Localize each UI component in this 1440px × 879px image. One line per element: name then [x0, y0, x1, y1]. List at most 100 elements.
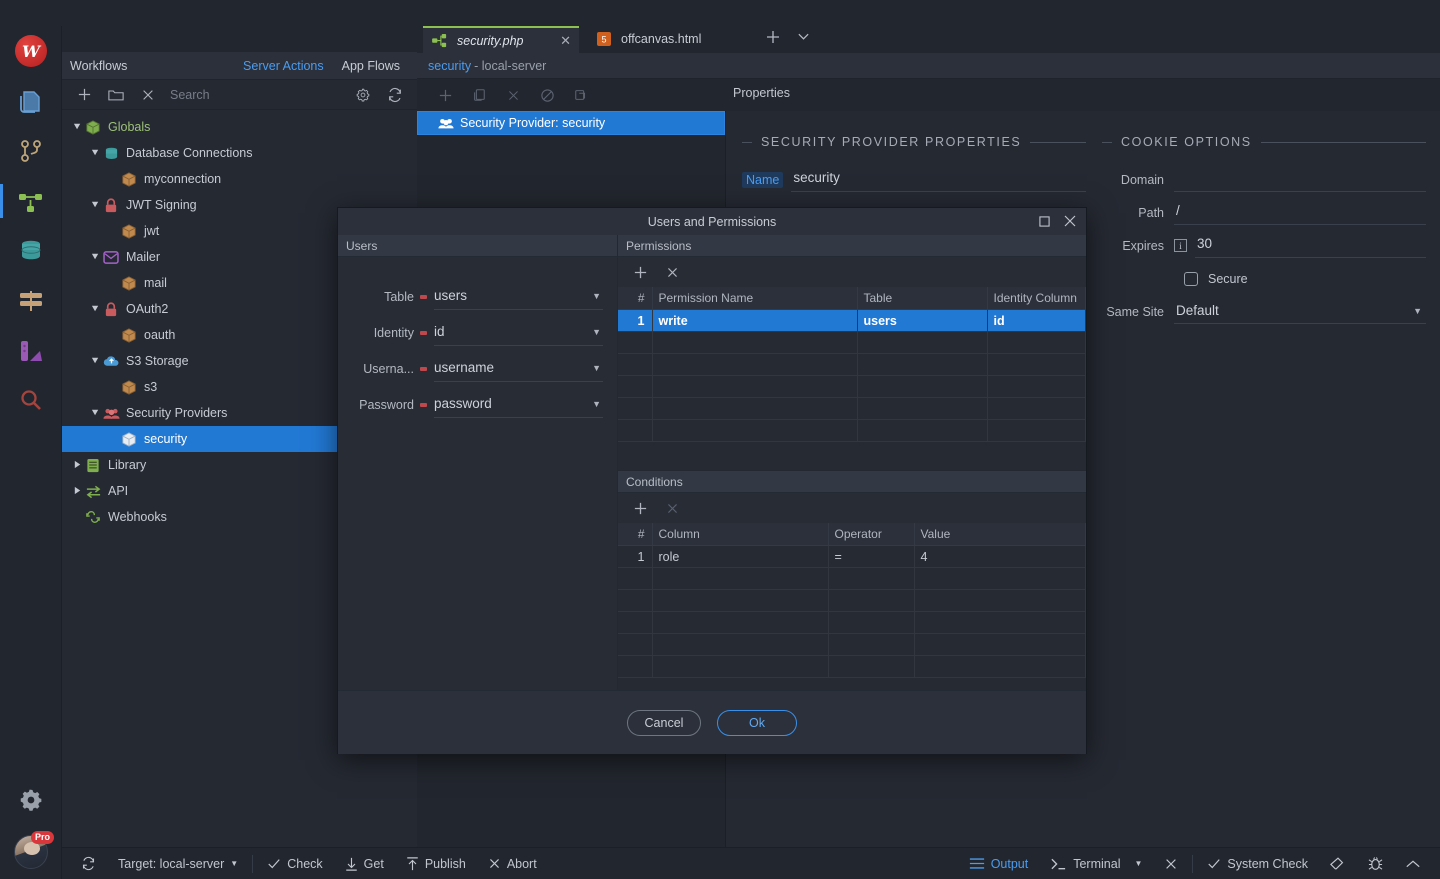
name-input[interactable] — [791, 167, 1086, 192]
clear-button[interactable] — [1319, 848, 1357, 879]
permission-empty-cell[interactable] — [618, 353, 653, 376]
permission-empty-row[interactable] — [618, 331, 1086, 354]
permission-empty-cell[interactable] — [857, 397, 988, 420]
close-icon[interactable] — [132, 82, 164, 108]
condition-empty-cell[interactable] — [618, 567, 653, 590]
expires-input[interactable] — [1195, 233, 1426, 258]
condition-empty-cell[interactable] — [618, 633, 653, 656]
twisty-open-icon[interactable] — [88, 356, 102, 367]
rail-logo[interactable]: W — [0, 26, 62, 76]
rail-item-database[interactable] — [0, 226, 62, 276]
condition-cell-value[interactable]: 4 — [914, 545, 1086, 568]
condition-empty-row[interactable] — [618, 567, 1086, 590]
rail-item-workflows[interactable] — [0, 176, 62, 226]
condition-empty-cell[interactable] — [914, 611, 1086, 634]
users-field-select[interactable]: username ▼ — [434, 356, 603, 382]
condition-empty-cell[interactable] — [914, 633, 1086, 656]
twisty-open-icon[interactable] — [88, 200, 102, 211]
plus-icon[interactable] — [68, 82, 100, 108]
debug-button[interactable] — [1357, 848, 1394, 879]
permission-empty-cell[interactable] — [987, 397, 1086, 420]
permission-empty-cell[interactable] — [652, 397, 858, 420]
check-button[interactable]: Check — [256, 848, 333, 879]
condition-cell-column[interactable]: role — [652, 545, 829, 568]
rail-item-design[interactable] — [0, 326, 62, 376]
condition-cell-num[interactable]: 1 — [618, 545, 653, 568]
plus-icon[interactable] — [765, 29, 781, 50]
close-icon[interactable] — [662, 261, 682, 283]
permission-empty-cell[interactable] — [857, 419, 988, 442]
condition-empty-cell[interactable] — [618, 589, 653, 612]
permission-row[interactable]: 1 write users id — [618, 309, 1086, 332]
permission-cell-table[interactable]: users — [857, 309, 988, 332]
permission-empty-cell[interactable] — [618, 331, 653, 354]
twisty-open-icon[interactable] — [88, 148, 102, 159]
rail-item-settings[interactable] — [0, 775, 62, 825]
tree-item-myconnection[interactable]: myconnection — [62, 166, 417, 192]
status-refresh-button[interactable] — [70, 848, 107, 879]
ok-button[interactable]: Ok — [717, 709, 797, 736]
paste-icon[interactable] — [565, 82, 597, 108]
rail-item-pages[interactable] — [0, 76, 62, 126]
permission-empty-row[interactable] — [618, 353, 1086, 376]
condition-empty-cell[interactable] — [914, 655, 1086, 678]
users-field-select[interactable]: id ▼ — [434, 320, 603, 346]
permission-cell-num[interactable]: 1 — [618, 309, 653, 332]
close-icon[interactable] — [497, 82, 529, 108]
chevron-down-icon[interactable] — [797, 32, 810, 45]
domain-input[interactable] — [1174, 167, 1426, 192]
twisty-open-icon[interactable] — [88, 408, 102, 419]
refresh-icon[interactable] — [379, 82, 411, 108]
condition-empty-cell[interactable] — [618, 611, 653, 634]
users-field-select[interactable]: password ▼ — [434, 392, 603, 418]
tree-item-database-connections[interactable]: Database Connections — [62, 140, 417, 166]
permission-empty-cell[interactable] — [987, 331, 1086, 354]
condition-empty-cell[interactable] — [652, 589, 829, 612]
condition-empty-cell[interactable] — [828, 589, 915, 612]
permission-empty-cell[interactable] — [618, 375, 653, 398]
permission-empty-cell[interactable] — [652, 419, 858, 442]
twisty-open-icon[interactable] — [70, 122, 84, 133]
permission-empty-cell[interactable] — [857, 353, 988, 376]
permission-empty-cell[interactable] — [857, 375, 988, 398]
condition-empty-cell[interactable] — [828, 611, 915, 634]
rail-item-search[interactable] — [0, 376, 62, 426]
rail-item-account[interactable]: Pro — [0, 825, 62, 879]
condition-empty-cell[interactable] — [914, 589, 1086, 612]
permission-empty-cell[interactable] — [987, 419, 1086, 442]
permission-empty-cell[interactable] — [987, 353, 1086, 376]
twisty-open-icon[interactable] — [88, 252, 102, 263]
rail-item-resources[interactable] — [0, 276, 62, 326]
condition-empty-cell[interactable] — [828, 633, 915, 656]
close-icon[interactable] — [1062, 212, 1078, 230]
permission-empty-row[interactable] — [618, 375, 1086, 398]
condition-empty-cell[interactable] — [828, 567, 915, 590]
cancel-button[interactable]: Cancel — [627, 709, 701, 736]
twisty-closed-icon[interactable] — [70, 460, 84, 471]
permission-empty-row[interactable] — [618, 419, 1086, 442]
terminal-close-button[interactable] — [1153, 848, 1189, 879]
permission-empty-cell[interactable] — [857, 331, 988, 354]
condition-cell-operator[interactable]: = — [828, 545, 915, 568]
condition-empty-row[interactable] — [618, 589, 1086, 612]
copy-icon[interactable] — [463, 82, 495, 108]
publish-button[interactable]: Publish — [395, 848, 477, 879]
plus-icon[interactable] — [630, 261, 650, 283]
condition-empty-row[interactable] — [618, 633, 1086, 656]
permission-empty-cell[interactable] — [987, 375, 1086, 398]
flow-node-security-provider[interactable]: Security Provider: security — [417, 111, 725, 135]
condition-empty-cell[interactable] — [652, 633, 829, 656]
same-site-select[interactable]: Default ▼ — [1174, 299, 1426, 324]
permission-cell-identity_column[interactable]: id — [987, 309, 1086, 332]
rail-item-git[interactable] — [0, 126, 62, 176]
condition-row[interactable]: 1 role = 4 — [618, 545, 1086, 568]
condition-empty-cell[interactable] — [828, 655, 915, 678]
terminal-button[interactable]: Terminal ▼ — [1039, 848, 1153, 879]
abort-button[interactable]: Abort — [477, 848, 548, 879]
secure-checkbox[interactable] — [1184, 271, 1198, 286]
get-button[interactable]: Get — [334, 848, 395, 879]
plus-icon[interactable] — [630, 497, 650, 519]
condition-empty-cell[interactable] — [652, 567, 829, 590]
search-input[interactable] — [164, 87, 347, 102]
info-icon[interactable]: i — [1174, 239, 1187, 252]
